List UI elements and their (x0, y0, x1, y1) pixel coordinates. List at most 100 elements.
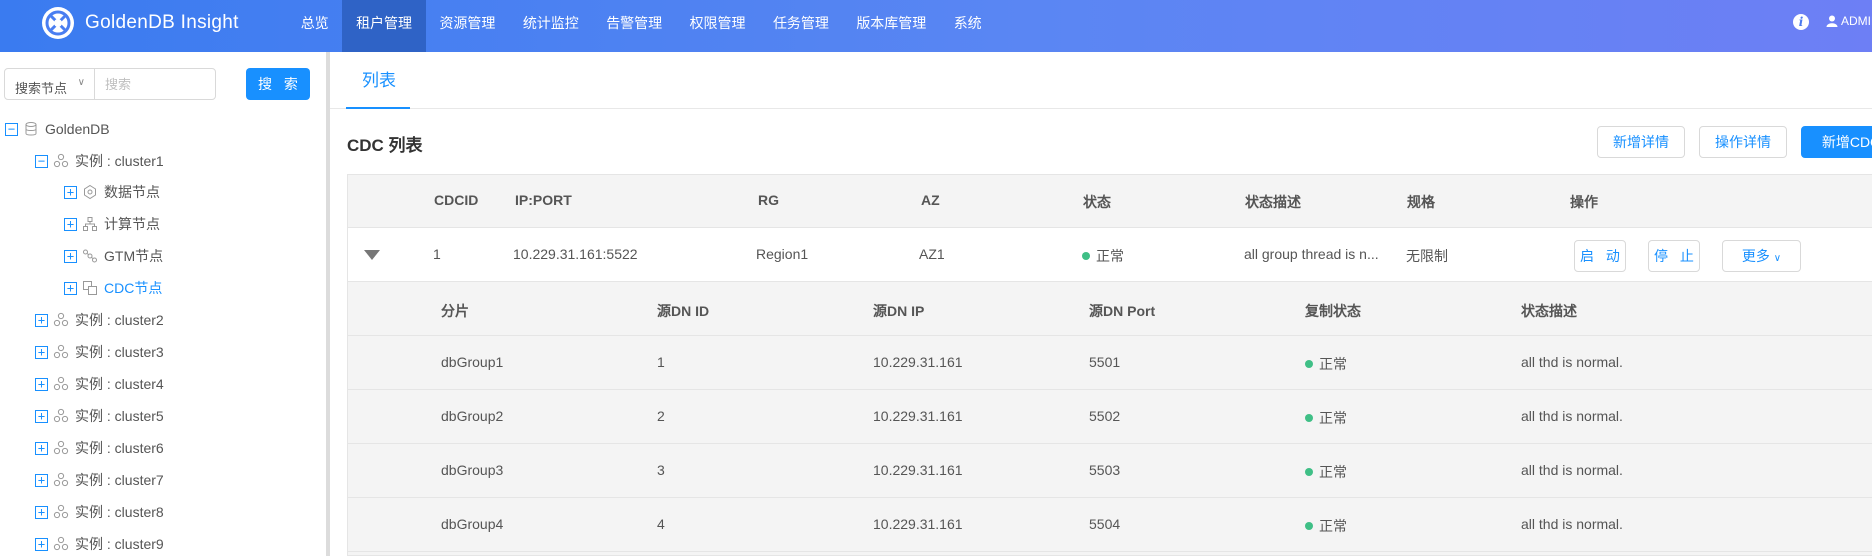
collapse-icon[interactable]: − (5, 122, 18, 136)
add-detail-button[interactable]: 新增详情 (1597, 126, 1685, 158)
tree-label: 实例 : cluster9 (75, 536, 164, 552)
col-header: 分片 (441, 303, 469, 319)
nav-tenant-management[interactable]: 租户管理 (342, 0, 426, 52)
status-badge: 正常 (1305, 516, 1347, 536)
col-header: 状态描述 (1521, 303, 1577, 319)
top-bar: GoldenDB Insight 总览 租户管理 资源管理 统计监控 告警管理 … (0, 0, 1872, 52)
nav-statistics-monitoring[interactable]: 统计监控 (509, 0, 592, 52)
tree-node-cluster4[interactable]: + 实例 : cluster4 (35, 374, 164, 394)
shard-subtable: 分片 源DN ID 源DN IP 源DN Port 复制状态 状态描述 dbGr… (348, 282, 1872, 555)
subtable-row: dbGroup4 4 10.229.31.161 5504 正常 all thd… (348, 498, 1872, 552)
tree-label: GTM节点 (104, 248, 164, 264)
expand-icon[interactable]: + (64, 217, 77, 231)
stop-button[interactable]: 停 止 (1648, 240, 1700, 272)
expand-icon[interactable]: + (64, 185, 77, 199)
search-input[interactable] (94, 68, 216, 100)
cell-shard: dbGroup4 (441, 516, 504, 532)
nav-system[interactable]: 系统 (940, 0, 995, 52)
tab-active-indicator (346, 107, 410, 109)
panel-divider[interactable] (326, 52, 330, 556)
status-dot-icon (1305, 468, 1313, 476)
nav-permission-management[interactable]: 权限管理 (676, 0, 759, 52)
cell-dn-ip: 10.229.31.161 (873, 354, 963, 370)
tree-label: 实例 : cluster4 (75, 376, 164, 392)
tree-node-cluster5[interactable]: + 实例 : cluster5 (35, 406, 164, 426)
tree-node-root[interactable]: − GoldenDB (5, 119, 110, 139)
cell-status-desc: all thd is normal. (1521, 516, 1623, 532)
collapse-row-icon[interactable] (364, 250, 380, 260)
tab-bar: 列表 (330, 52, 1872, 109)
cluster-icon (53, 376, 69, 391)
user-name: ADMIN (1841, 14, 1872, 28)
cell-az: AZ1 (919, 246, 945, 262)
cell-status-desc: all group thread is n... (1244, 246, 1379, 262)
subtable-row: dbGroup3 3 10.229.31.161 5503 正常 all thd… (348, 444, 1872, 498)
start-button[interactable]: 启 动 (1574, 240, 1626, 272)
expand-icon[interactable]: + (35, 313, 48, 327)
col-header: 复制状态 (1305, 303, 1361, 319)
cluster-icon (53, 344, 69, 359)
expand-icon[interactable]: + (64, 249, 77, 263)
search-scope-value: 搜索节点 (15, 81, 68, 96)
tree-node-gtm-nodes[interactable]: + GTM节点 (64, 246, 163, 266)
nav-task-management[interactable]: 任务管理 (759, 0, 842, 52)
search-button[interactable]: 搜 索 (246, 68, 310, 100)
operation-detail-button[interactable]: 操作详情 (1699, 126, 1787, 158)
cell-dn-port: 5503 (1089, 462, 1121, 478)
tree-node-cluster9[interactable]: + 实例 : cluster9 (35, 534, 164, 554)
tree-node-cluster7[interactable]: + 实例 : cluster7 (35, 470, 164, 490)
expand-icon[interactable]: + (64, 281, 77, 295)
col-header: 源DN ID (657, 303, 710, 319)
status-text: 正常 (1319, 464, 1347, 480)
user-menu[interactable]: ADMIN (1826, 14, 1872, 28)
tree-node-cluster6[interactable]: + 实例 : cluster6 (35, 438, 164, 458)
col-header: AZ (921, 192, 940, 208)
status-badge: 正常 (1082, 246, 1124, 266)
cell-status-desc: all thd is normal. (1521, 462, 1623, 478)
add-cdc-button[interactable]: 新增CDC (1801, 126, 1872, 158)
cell-status-desc: all thd is normal. (1521, 408, 1623, 424)
expand-icon[interactable]: + (35, 473, 48, 487)
tree-label: 实例 : cluster7 (75, 472, 164, 488)
cell-status-desc: all thd is normal. (1521, 354, 1623, 370)
tree-node-cluster8[interactable]: + 实例 : cluster8 (35, 502, 164, 522)
expand-icon[interactable]: + (35, 409, 48, 423)
database-icon (25, 122, 37, 136)
search-scope-select[interactable]: 搜索节点 ∨ (4, 68, 95, 100)
tree-node-compute-nodes[interactable]: + 计算节点 (64, 214, 160, 234)
col-header: 状态 (1083, 194, 1111, 210)
tree-node-cluster2[interactable]: + 实例 : cluster2 (35, 310, 164, 330)
nav-alarm-management[interactable]: 告警管理 (593, 0, 676, 52)
nav-overview[interactable]: 总览 (287, 0, 342, 52)
col-header: 规格 (1407, 194, 1435, 210)
expand-icon[interactable]: + (35, 441, 48, 455)
table-row[interactable]: 1 10.229.31.161:5522 Region1 AZ1 正常 all … (348, 228, 1872, 282)
status-badge: 正常 (1305, 462, 1347, 482)
cell-dn-ip: 10.229.31.161 (873, 408, 963, 424)
cell-shard: dbGroup2 (441, 408, 504, 424)
expand-icon[interactable]: + (35, 537, 48, 551)
nav-resource-management[interactable]: 资源管理 (426, 0, 509, 52)
tree-label: CDC节点 (104, 280, 163, 296)
col-header: 源DN Port (1089, 303, 1156, 319)
tree-node-data-nodes[interactable]: + 数据节点 (64, 182, 160, 202)
tree-node-cluster1[interactable]: − 实例 : cluster1 (35, 151, 164, 171)
nav-version-management[interactable]: 版本库管理 (843, 0, 940, 52)
expand-icon[interactable]: + (35, 505, 48, 519)
col-header: 操作 (1570, 194, 1598, 210)
collapse-icon[interactable]: − (35, 154, 48, 168)
cell-dn-ip: 10.229.31.161 (873, 462, 963, 478)
status-badge: 正常 (1305, 408, 1347, 428)
cell-ip-port: 10.229.31.161:5522 (513, 246, 638, 262)
more-dropdown[interactable]: 更多 ∨ (1722, 240, 1801, 272)
tree-node-cdc-nodes[interactable]: + CDC节点 (64, 278, 162, 298)
goldendb-logo-icon (42, 7, 74, 39)
col-header: 源DN IP (873, 303, 925, 319)
tree-node-cluster3[interactable]: + 实例 : cluster3 (35, 342, 164, 362)
info-icon[interactable]: i (1793, 14, 1809, 30)
tab-list[interactable]: 列表 (346, 52, 412, 109)
tree-label: 实例 : cluster6 (75, 440, 164, 456)
tree-label: 实例 : cluster2 (75, 312, 164, 328)
expand-icon[interactable]: + (35, 377, 48, 391)
expand-icon[interactable]: + (35, 345, 48, 359)
